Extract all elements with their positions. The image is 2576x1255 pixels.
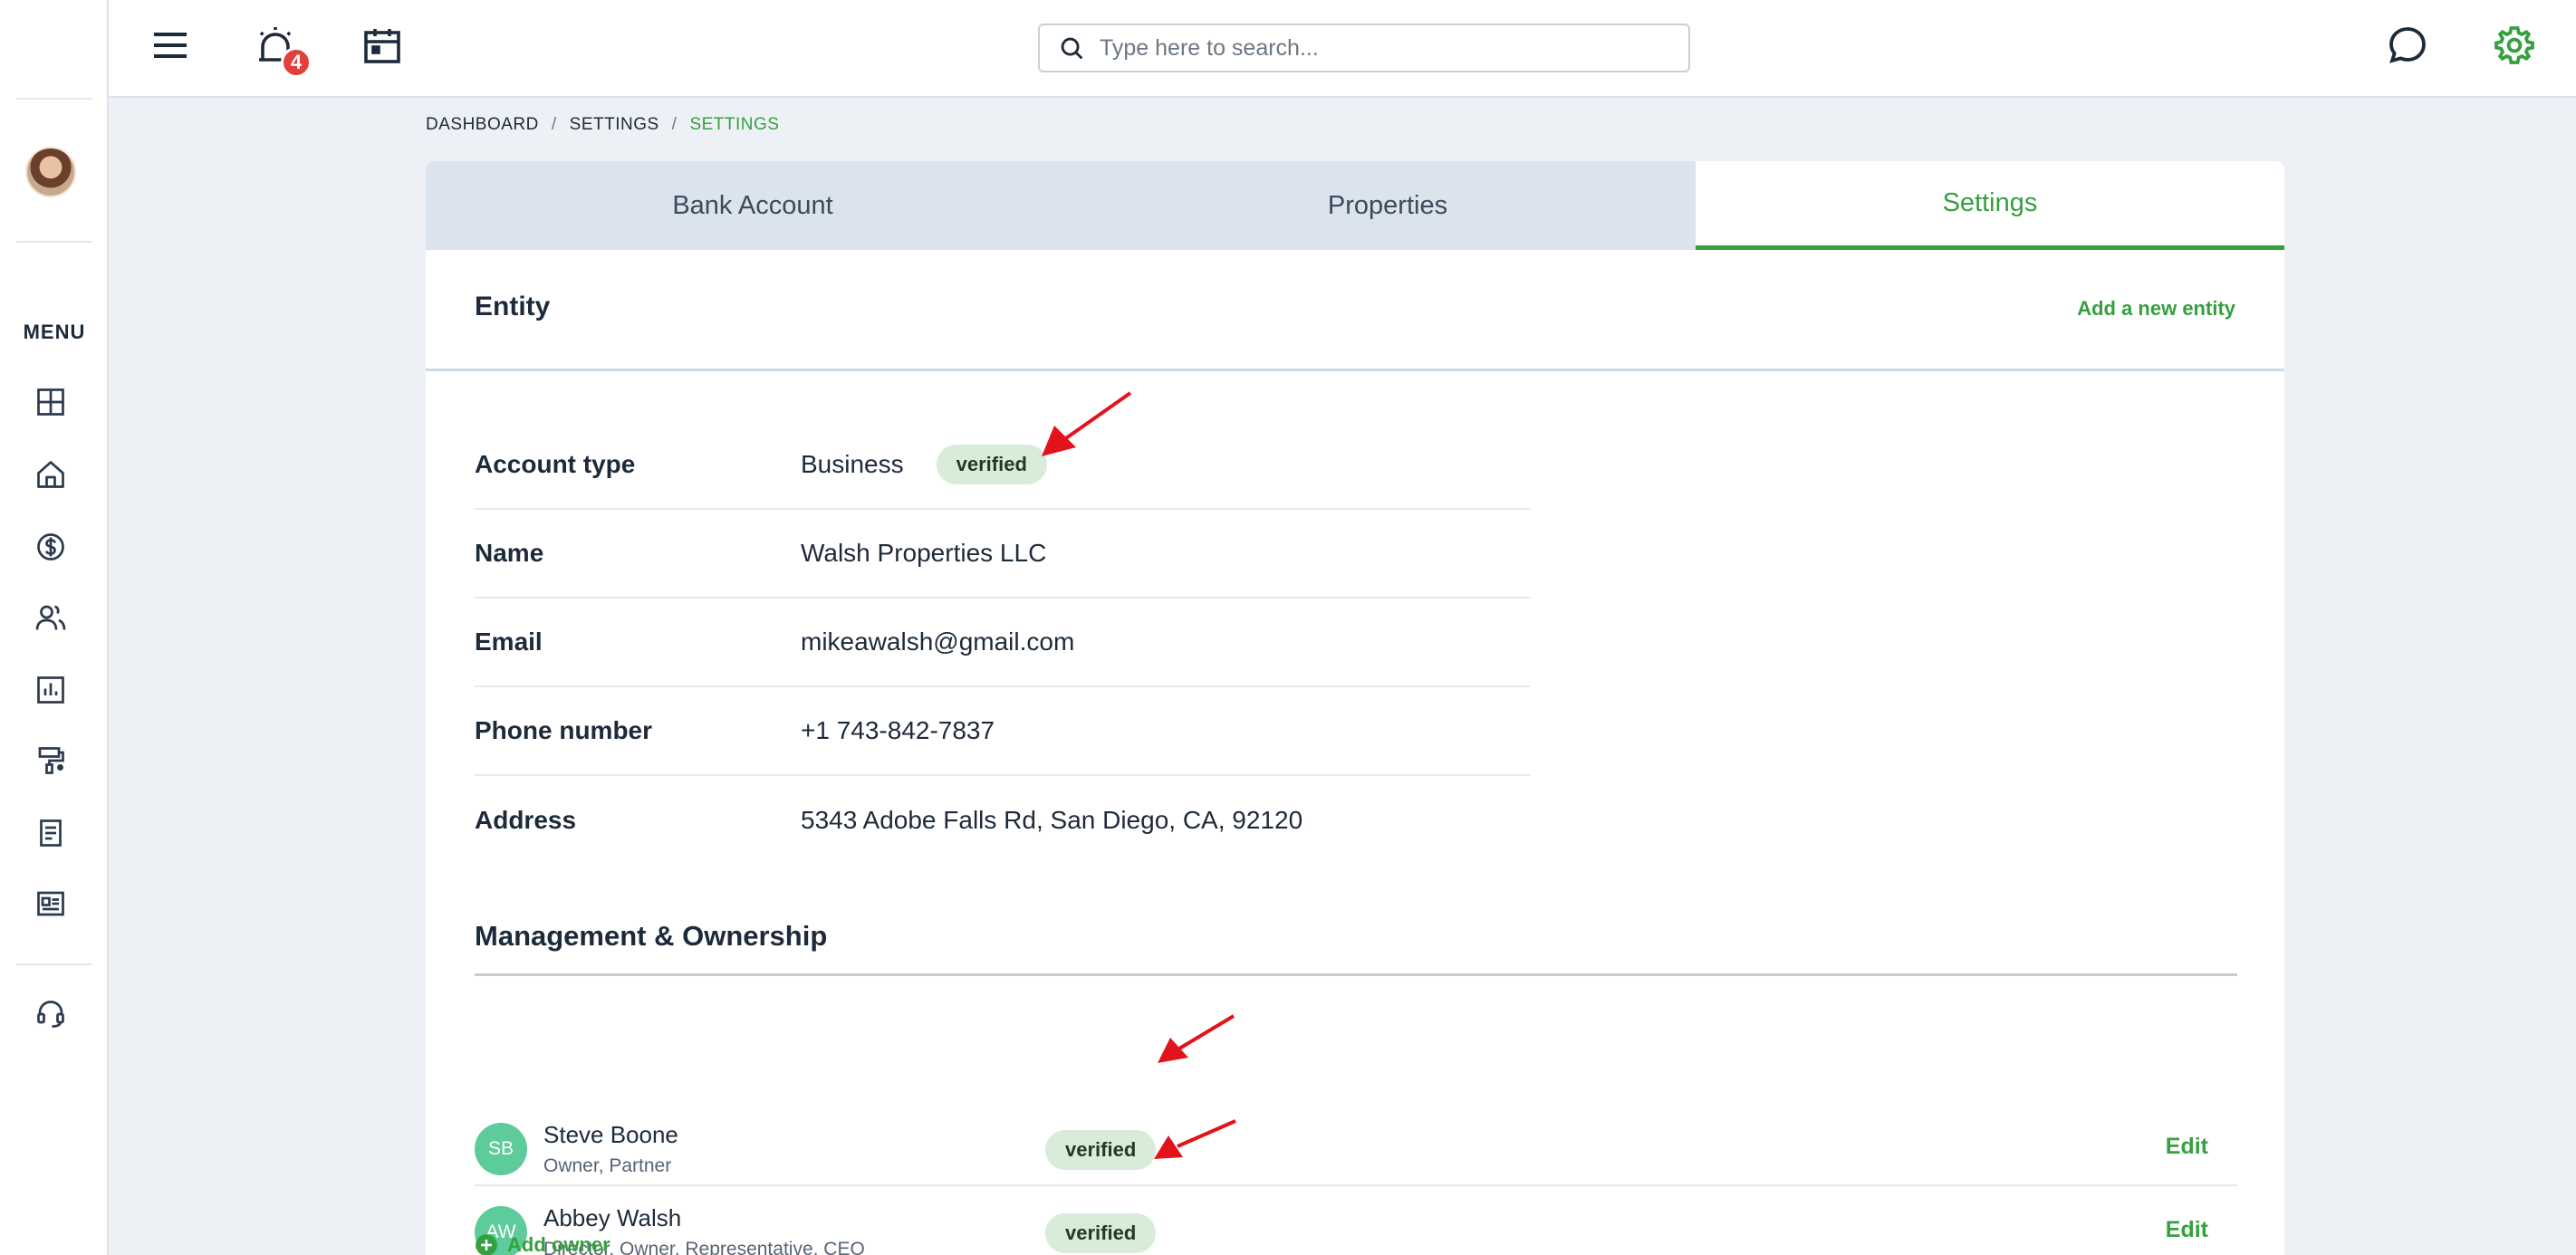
chat-icon[interactable] — [2386, 24, 2437, 74]
tab-properties[interactable]: Properties — [1080, 161, 1696, 250]
breadcrumb-settings[interactable]: SETTINGS — [570, 115, 659, 135]
breadcrumb: DASHBOARD / SETTINGS / SETTINGS — [426, 115, 779, 135]
dollar-icon[interactable] — [34, 531, 67, 563]
field-label: Account type — [475, 450, 636, 478]
owner-role: Owner, Partner — [543, 1155, 672, 1176]
support-icon[interactable] — [34, 998, 67, 1030]
phone-value: +1 743-842-7837 — [801, 716, 995, 744]
add-owner-label: Add owner — [507, 1233, 610, 1255]
field-label: Address — [475, 806, 577, 834]
address-row: Address 5343 Adobe Falls Rd, San Diego, … — [475, 776, 1531, 865]
user-avatar[interactable] — [25, 147, 76, 197]
dashboard-icon[interactable] — [34, 386, 67, 418]
sidebar-divider — [16, 241, 92, 243]
owner-name: Steve Boone — [543, 1121, 678, 1148]
menu-label: MENU — [23, 321, 86, 343]
account-type-value: Business — [801, 450, 904, 478]
settings-gear-icon[interactable] — [2493, 24, 2543, 74]
hamburger-menu-icon[interactable] — [149, 24, 199, 74]
field-label: Email — [475, 628, 543, 656]
owner-avatar: SB — [475, 1123, 527, 1175]
breadcrumb-current: SETTINGS — [689, 115, 780, 134]
address-value: 5343 Adobe Falls Rd, San Diego, CA, 9212… — [801, 806, 1303, 834]
entity-title: Entity — [475, 292, 551, 321]
email-value: mikeawalsh@gmail.com — [801, 628, 1075, 656]
tab-settings[interactable]: Settings — [1696, 161, 2284, 250]
annotation-arrow-icon — [1158, 1014, 1235, 1063]
settings-card: Bank Account Properties Settings Entity … — [426, 161, 2284, 1255]
edit-owner-button[interactable]: Edit — [2166, 1134, 2208, 1160]
annotation-arrow-icon — [1154, 1119, 1236, 1159]
account-type-row: Account type Business verified — [475, 421, 1531, 510]
phone-row: Phone number +1 743-842-7837 — [475, 687, 1531, 776]
sidebar-divider — [16, 98, 92, 100]
add-owner-button[interactable]: Add owner — [475, 1233, 610, 1255]
reports-icon[interactable] — [34, 674, 67, 706]
tab-bar: Bank Account Properties Settings — [426, 161, 2284, 250]
field-label: Name — [475, 539, 544, 567]
home-icon[interactable] — [34, 458, 67, 491]
topbar: 4 — [109, 0, 2576, 98]
sidebar: MENU — [0, 0, 109, 1255]
email-row: Email mikeawalsh@gmail.com — [475, 599, 1531, 687]
management-title: Management & Ownership — [475, 920, 828, 952]
search-input[interactable] — [1100, 34, 1688, 62]
section-divider — [475, 973, 2237, 976]
calendar-icon[interactable] — [360, 24, 411, 74]
owner-name: Abbey Walsh — [543, 1204, 682, 1231]
search-box[interactable] — [1038, 24, 1690, 72]
search-icon — [1061, 37, 1083, 60]
breadcrumb-separator: / — [551, 115, 557, 134]
sidebar-divider — [16, 963, 92, 965]
name-value: Walsh Properties LLC — [801, 539, 1047, 567]
verified-badge: verified — [936, 445, 1047, 484]
maintenance-icon[interactable] — [34, 744, 67, 777]
verified-badge: verified — [1045, 1130, 1157, 1170]
document-icon[interactable] — [34, 817, 67, 849]
listing-icon[interactable] — [34, 887, 67, 920]
edit-owner-button[interactable]: Edit — [2166, 1217, 2208, 1243]
field-label: Phone number — [475, 716, 653, 744]
plus-circle-icon — [476, 1234, 497, 1255]
owner-row: SB Steve Boone Owner, Partner verified E… — [475, 1103, 2237, 1186]
notification-count-badge[interactable]: 4 — [281, 47, 312, 78]
owner-row: AW Abbey Walsh Director, Owner, Represen… — [475, 1186, 2237, 1255]
name-row: Name Walsh Properties LLC — [475, 510, 1531, 599]
annotation-arrow-icon — [1042, 391, 1132, 456]
verified-badge: verified — [1045, 1213, 1157, 1253]
breadcrumb-separator: / — [671, 115, 678, 134]
users-icon[interactable] — [34, 601, 67, 634]
tab-bank-account[interactable]: Bank Account — [426, 161, 1080, 250]
add-entity-link[interactable]: Add a new entity — [2077, 297, 2235, 321]
breadcrumb-dashboard[interactable]: DASHBOARD — [426, 115, 539, 135]
entity-header: Entity Add a new entity — [426, 250, 2284, 371]
